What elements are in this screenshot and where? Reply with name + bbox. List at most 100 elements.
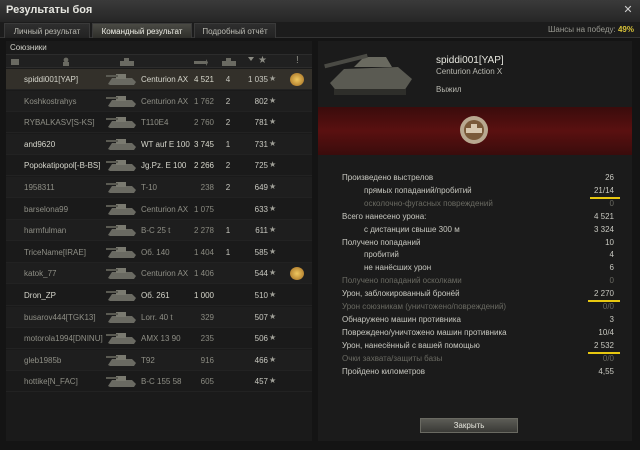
stat-label: Произведено выстрелов <box>342 173 434 182</box>
xp-star-icon: ★ <box>269 268 277 278</box>
xp-star-icon: ★ <box>269 117 277 127</box>
xp-star-icon: ★ <box>269 354 277 364</box>
table-row[interactable]: spiddi001[YAP] Centurion AX 4 521 4 1 035 ★ <box>6 69 312 90</box>
player-name[interactable]: katok_77 <box>24 269 56 278</box>
kills-value: 1 <box>225 139 231 149</box>
xp-value: 731 <box>254 139 268 149</box>
stat-label: пробитий <box>364 250 399 260</box>
kills-value: 1 <box>225 247 231 257</box>
xp-value: 802 <box>254 96 268 106</box>
table-row[interactable]: and9620 WT auf E 100 3 745 1 731 ★ <box>6 133 312 155</box>
xp-star-icon: ★ <box>269 182 277 191</box>
table-row[interactable]: Dron_ZP Об. 261 1 000 510 ★ <box>6 285 312 306</box>
stat-value: 10/4 <box>598 327 614 337</box>
stat-label: Обнаружено машин противника <box>342 314 461 324</box>
table-row[interactable]: gleb1985b T92 916 466 ★ <box>6 349 312 371</box>
player-name[interactable]: and9620 <box>24 140 55 149</box>
table-row[interactable]: motorola1994[DNINU] AMX 13 90 235 506 ★ <box>6 328 312 350</box>
tank-thumbnail-icon <box>106 203 136 215</box>
player-name[interactable]: barselona99 <box>24 205 68 214</box>
player-name[interactable]: hottike[N_FAC] <box>24 377 78 386</box>
table-row[interactable]: 1958311 T-10 238 2 649 ★ <box>6 177 312 198</box>
xp-star-icon[interactable]: ★ <box>258 55 267 66</box>
platoon-icon[interactable] <box>11 58 19 66</box>
xp-value: 507 <box>254 312 268 322</box>
stat-value: 3 324 <box>593 224 614 234</box>
win-chance: Шансы на победу: 49% <box>548 25 634 34</box>
tank-name: Lorr. 40 t <box>141 312 173 322</box>
stat-value: 4 521 <box>593 211 614 221</box>
player-name[interactable]: TriceName[IRAE] <box>24 248 86 257</box>
tab-team-result[interactable]: Командный результат <box>92 23 192 38</box>
player-name[interactable]: Koshkostrahys <box>24 97 76 106</box>
xp-value: 649 <box>254 183 268 192</box>
close-icon[interactable]: ✕ <box>622 4 634 16</box>
tank-icon[interactable] <box>120 58 134 66</box>
tank-thumbnail-icon <box>106 246 136 258</box>
sort-arrow-icon[interactable] <box>246 55 256 65</box>
kills-icon[interactable] <box>222 58 236 66</box>
stat-value: 6 <box>609 263 614 273</box>
table-row[interactable]: katok_77 Centurion AX 1 406 544 ★ <box>6 263 312 285</box>
player-name[interactable]: RYBALKASV[S-KS] <box>24 118 95 127</box>
damage-value: 605 <box>200 377 214 387</box>
table-row[interactable]: RYBALKASV[S-KS] T110E4 2 760 2 781 ★ <box>6 112 312 134</box>
xp-value: 506 <box>254 334 268 344</box>
damage-value: 1 406 <box>193 269 214 279</box>
kills-value: 4 <box>225 75 231 84</box>
damage-value: 4 521 <box>193 75 214 84</box>
tank-name: T92 <box>141 355 155 365</box>
player-icon[interactable] <box>62 57 70 66</box>
stat-label: Повреждено/уничтожено машин противника <box>342 327 507 337</box>
kills-value: 2 <box>225 161 231 171</box>
detail-tank-name: Centurion Action X <box>436 67 503 76</box>
table-row[interactable]: barselona99 Centurion AX 1 075 633 ★ <box>6 199 312 220</box>
tank-thumbnail-icon <box>106 160 136 172</box>
player-name[interactable]: busarov444[TGK13] <box>24 313 96 322</box>
player-name[interactable]: Popokatipopol[-B-BS] <box>24 161 101 170</box>
player-name[interactable]: Dron_ZP <box>24 291 56 300</box>
xp-value: 544 <box>254 269 268 279</box>
stat-label: Получено попаданий <box>342 237 421 247</box>
tank-thumbnail-icon <box>106 333 136 345</box>
stat-label: прямых попаданий/пробитий <box>364 185 472 195</box>
table-row[interactable]: TriceName[IRAE] Об. 140 1 404 1 585 ★ <box>6 242 312 263</box>
damage-icon[interactable] <box>194 58 208 66</box>
player-name[interactable]: spiddi001[YAP] <box>24 75 78 84</box>
allies-panel: Союзники ★ ! spiddi001[YAP] Centurion AX 4… <box>6 41 312 441</box>
tank-thumbnail-icon <box>106 138 136 150</box>
xp-star-icon: ★ <box>269 95 277 105</box>
table-row[interactable]: busarov444[TGK13] Lorr. 40 t 329 507 ★ <box>6 306 312 328</box>
achievement-medal-icon[interactable] <box>290 73 304 86</box>
player-name[interactable]: motorola1994[DNINU] <box>24 334 103 343</box>
stat-label: осколочно-фугасных повреждений <box>364 198 493 208</box>
player-name[interactable]: harmfulman <box>24 226 66 235</box>
xp-value: 633 <box>254 204 268 214</box>
column-header: ★ ! <box>6 54 312 68</box>
damage-value: 3 745 <box>193 139 214 149</box>
xp-star-icon: ★ <box>269 333 277 343</box>
xp-star-icon: ★ <box>269 246 277 256</box>
tank-thumbnail-icon <box>106 376 136 388</box>
damage-value: 238 <box>200 183 214 192</box>
tab-personal-result[interactable]: Личный результат <box>4 23 90 38</box>
table-row[interactable]: Koshkostrahys Centurion AX 1 762 2 802 ★ <box>6 90 312 112</box>
stat-label: с дистанции свыше 300 м <box>364 224 460 234</box>
table-row[interactable]: hottike[N_FAC] B-C 155 58 605 457 ★ <box>6 371 312 393</box>
stat-value: 3 <box>609 314 614 324</box>
stat-label: Пройдено километров <box>342 366 425 376</box>
achievement-icon[interactable]: ! <box>296 55 299 66</box>
achievement-medal-icon[interactable] <box>290 267 304 281</box>
xp-value: 457 <box>254 377 268 387</box>
close-button[interactable]: Закрыть <box>420 418 518 433</box>
tab-detailed-report[interactable]: Подробный отчёт <box>194 23 276 38</box>
table-row[interactable]: Popokatipopol[-B-BS] Jg.Pz. E 100 2 266 2 72… <box>6 155 312 177</box>
tank-thumbnail-icon <box>106 117 136 129</box>
table-row[interactable]: harmfulman B-C 25 t 2 278 1 611 ★ <box>6 220 312 242</box>
kills-value: 2 <box>225 96 231 106</box>
xp-value: 1 035 <box>247 75 268 84</box>
player-name[interactable]: gleb1985b <box>24 356 61 365</box>
kills-value: 2 <box>225 183 231 192</box>
xp-star-icon: ★ <box>269 225 277 235</box>
player-name[interactable]: 1958311 <box>24 183 55 192</box>
